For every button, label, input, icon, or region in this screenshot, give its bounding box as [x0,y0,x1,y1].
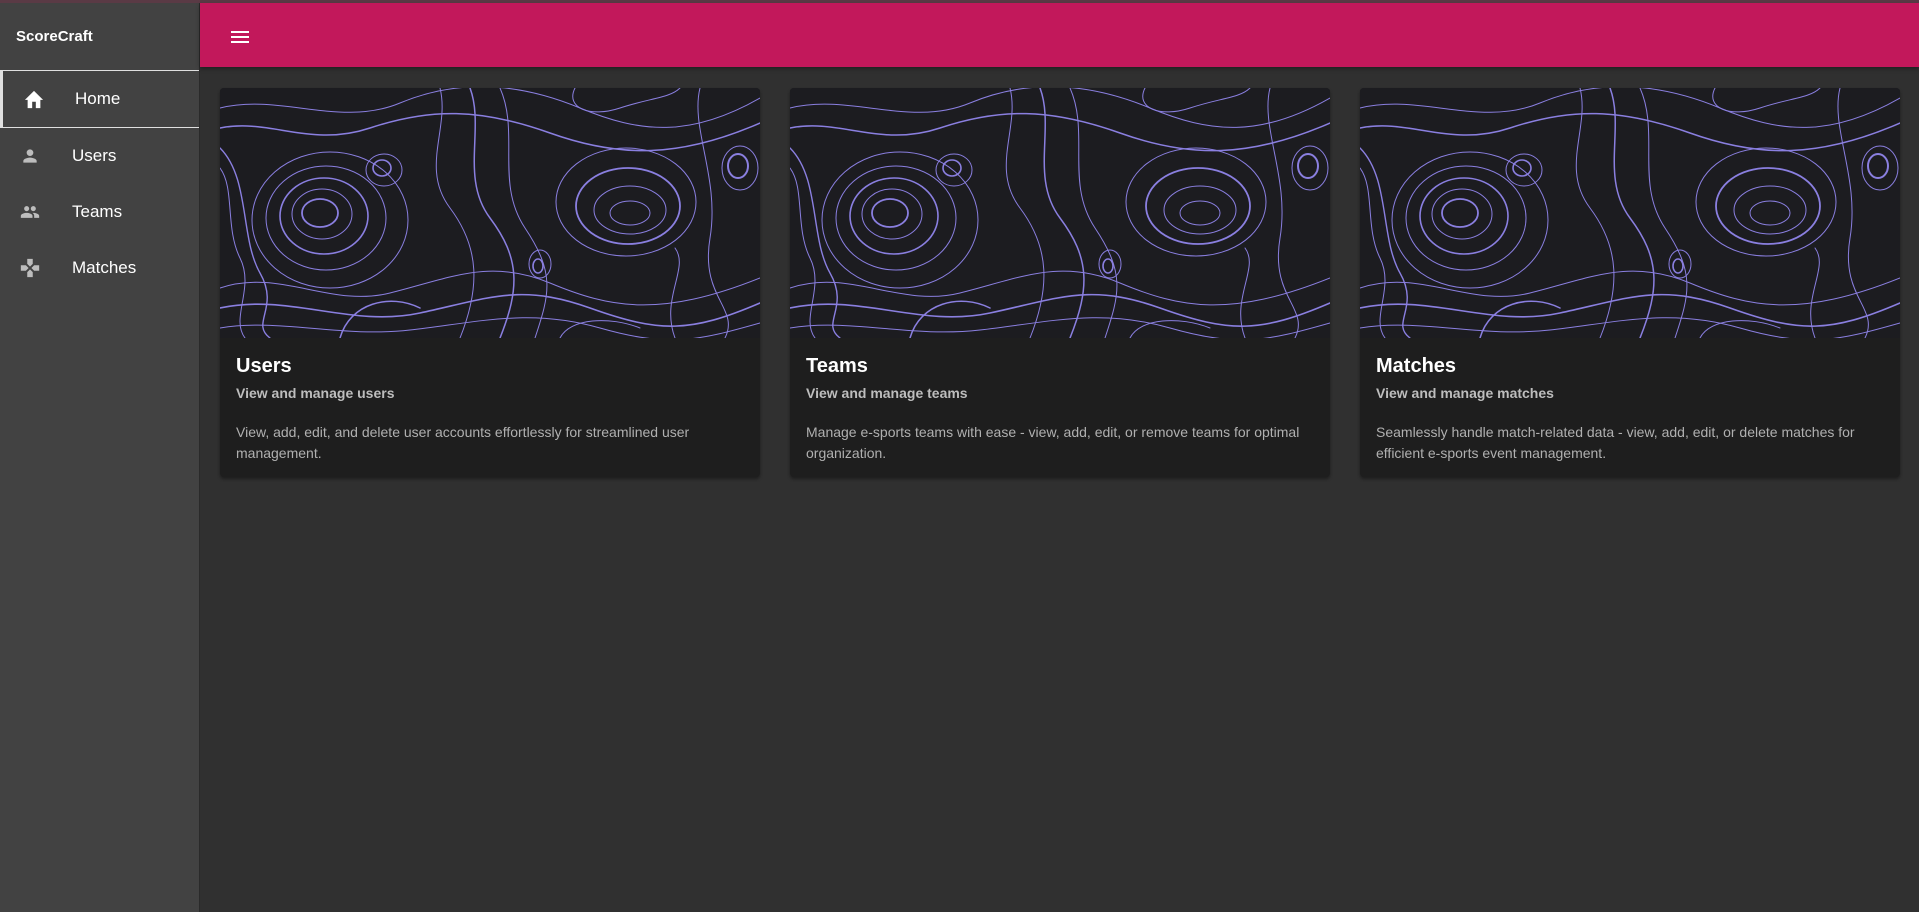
card-matches[interactable]: Matches View and manage matches Seamless… [1360,88,1900,477]
card-image [220,88,760,338]
sidebar-item-matches[interactable]: Matches [0,240,199,296]
sidebar-item-label: Users [72,146,117,165]
sidebar-item-label: Home [75,89,121,108]
card-subtitle: View and manage users [236,385,395,401]
sidebar: ScoreCraft Home Users Teams Matches [0,3,200,912]
card-description: Seamlessly handle match-related data - v… [1376,424,1855,461]
gamepad-icon [16,256,44,280]
sidebar-item-home[interactable]: Home [0,70,199,128]
sidebar-item-users[interactable]: Users [0,128,199,184]
sidebar-item-label: Matches [72,258,137,277]
card-title: Matches [1376,355,1457,377]
card-title: Teams [806,355,868,377]
card-image [1360,88,1900,338]
card-subtitle: View and manage teams [806,385,968,401]
card-description: Manage e-sports teams with ease - view, … [806,424,1300,461]
app-bar [200,3,1919,67]
card-teams[interactable]: Teams View and manage teams Manage e-spo… [790,88,1330,477]
card-users[interactable]: Users View and manage users View, add, e… [220,88,760,477]
card-image [790,88,1330,338]
card-description: View, add, edit, and delete user account… [236,424,690,461]
card-title: Users [236,355,292,377]
people-icon [16,200,44,224]
app-title: ScoreCraft [16,28,93,45]
card-subtitle: View and manage matches [1376,385,1554,401]
menu-button[interactable] [220,19,260,59]
person-icon [16,144,44,168]
home-icon [20,87,48,111]
sidebar-item-label: Teams [72,202,123,221]
menu-icon [230,29,250,50]
sidebar-item-teams[interactable]: Teams [0,184,199,240]
